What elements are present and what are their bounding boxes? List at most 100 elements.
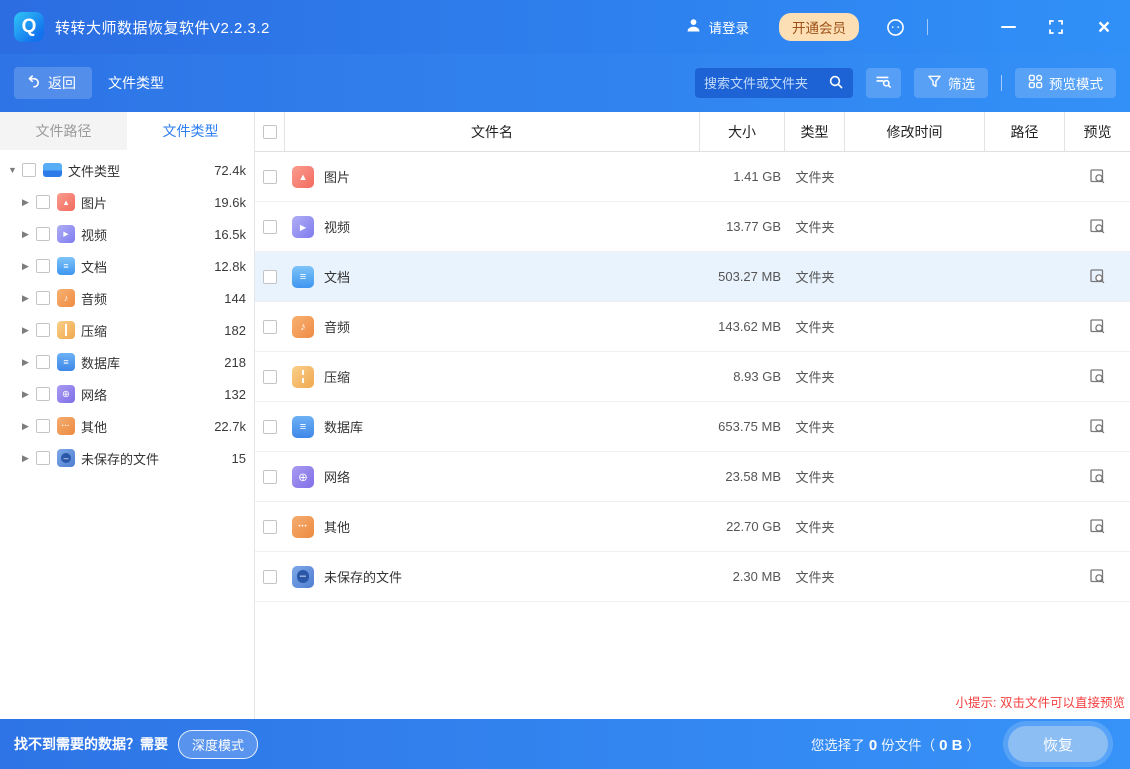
tree-item-checkbox[interactable] [36,291,50,305]
open-vip-button[interactable]: 开通会员 [779,13,859,41]
expand-arrow-icon[interactable]: ▶ [22,293,36,304]
expand-arrow-icon[interactable]: ▶ [22,453,36,464]
filter-button[interactable]: 筛选 [914,68,988,98]
tab-file-path[interactable]: 文件路径 [0,112,127,150]
file-size: 2.30 MB [700,552,785,601]
expand-arrow-icon[interactable]: ▶ [22,389,36,400]
deep-mode-button[interactable]: 深度模式 [178,730,258,759]
collapse-arrow-icon[interactable]: ▼ [8,165,22,175]
tree-item[interactable]: ▶ 音频 144 [0,282,254,314]
file-type: 文件夹 [785,452,845,501]
tree-item-checkbox[interactable] [36,419,50,433]
preview-file-button[interactable] [1089,218,1106,235]
expand-arrow-icon[interactable]: ▶ [22,229,36,240]
preview-file-button[interactable] [1089,418,1106,435]
tab-file-type[interactable]: 文件类型 [127,112,254,150]
maximize-button[interactable] [1044,15,1068,39]
tree-item[interactable]: ▶ 网络 132 [0,378,254,410]
recover-button[interactable]: 恢复 [1008,726,1108,762]
column-header-type[interactable]: 类型 [785,112,845,151]
file-name: 音频 [324,317,350,336]
table-row[interactable]: 网络 23.58 MB 文件夹 [255,452,1130,502]
file-type: 文件夹 [785,152,845,201]
preview-file-button[interactable] [1089,368,1106,385]
file-size: 22.70 GB [700,502,785,551]
tree-item-checkbox[interactable] [36,451,50,465]
file-mtime [845,352,985,401]
file-path [985,452,1065,501]
tree-item-label: 网络 [81,385,107,404]
tree-root-checkbox[interactable] [22,163,36,177]
tree-item-checkbox[interactable] [36,355,50,369]
column-header-path[interactable]: 路径 [985,112,1065,151]
preview-mode-button[interactable]: 预览模式 [1015,68,1116,98]
search-icon[interactable] [828,74,844,93]
row-checkbox[interactable] [263,320,277,334]
tree-item[interactable]: ▶ 压缩 182 [0,314,254,346]
table-row[interactable]: 其他 22.70 GB 文件夹 [255,502,1130,552]
tree-item-checkbox[interactable] [36,323,50,337]
tree-item[interactable]: ▶ 图片 19.6k [0,186,254,218]
tree-item-checkbox[interactable] [36,227,50,241]
preview-file-button[interactable] [1089,518,1106,535]
tree-item-checkbox[interactable] [36,195,50,209]
file-size: 143.62 MB [700,302,785,351]
preview-file-button[interactable] [1089,268,1106,285]
row-checkbox[interactable] [263,170,277,184]
tree-item-checkbox[interactable] [36,259,50,273]
table-row[interactable]: 图片 1.41 GB 文件夹 [255,152,1130,202]
column-header-size[interactable]: 大小 [700,112,785,151]
tree-item-count: 22.7k [214,419,246,434]
row-checkbox[interactable] [263,570,277,584]
sidebar: 文件路径 文件类型 ▼ 文件类型 72.4k ▶ 图片 19.6k ▶ 视频 1… [0,112,255,719]
expand-arrow-icon[interactable]: ▶ [22,357,36,368]
tree-root-item[interactable]: ▼ 文件类型 72.4k [0,154,254,186]
preview-file-button[interactable] [1089,468,1106,485]
preview-file-button[interactable] [1089,568,1106,585]
close-button[interactable]: × [1092,15,1116,39]
search-box [695,68,853,98]
customer-service-icon[interactable] [883,15,907,39]
doc-file-icon [57,257,75,275]
table-row[interactable]: 视频 13.77 GB 文件夹 [255,202,1130,252]
tree-item-count: 19.6k [214,195,246,210]
tree-item-count: 12.8k [214,259,246,274]
tree-item[interactable]: ▶ 其他 22.7k [0,410,254,442]
file-name: 文档 [324,267,350,286]
table-row[interactable]: 文档 503.27 MB 文件夹 [255,252,1130,302]
tree-item[interactable]: ▶ 未保存的文件 15 [0,442,254,474]
back-button[interactable]: 返回 [14,67,92,99]
table-row[interactable]: 压缩 8.93 GB 文件夹 [255,352,1130,402]
tree-item[interactable]: ▶ 数据库 218 [0,346,254,378]
row-checkbox[interactable] [263,420,277,434]
table-header: 文件名 大小 类型 修改时间 路径 预览 [255,112,1130,152]
column-header-mtime[interactable]: 修改时间 [845,112,985,151]
table-row[interactable]: 数据库 653.75 MB 文件夹 [255,402,1130,452]
column-header-name[interactable]: 文件名 [285,112,700,151]
table-row[interactable]: 未保存的文件 2.30 MB 文件夹 [255,552,1130,602]
search-in-list-button[interactable] [866,68,901,98]
login-button[interactable]: 请登录 [685,17,750,37]
expand-arrow-icon[interactable]: ▶ [22,197,36,208]
row-checkbox[interactable] [263,370,277,384]
select-all-checkbox[interactable] [263,125,277,139]
tree-item[interactable]: ▶ 文档 12.8k [0,250,254,282]
row-checkbox[interactable] [263,470,277,484]
preview-file-button[interactable] [1089,168,1106,185]
tree-item-checkbox[interactable] [36,387,50,401]
row-checkbox[interactable] [263,220,277,234]
column-header-preview[interactable]: 预览 [1065,112,1130,151]
table-row[interactable]: 音频 143.62 MB 文件夹 [255,302,1130,352]
expand-arrow-icon[interactable]: ▶ [22,261,36,272]
tree-item[interactable]: ▶ 视频 16.5k [0,218,254,250]
expand-arrow-icon[interactable]: ▶ [22,325,36,336]
minimize-button[interactable] [996,15,1020,39]
menu-icon[interactable] [952,15,972,39]
row-checkbox[interactable] [263,270,277,284]
row-checkbox[interactable] [263,520,277,534]
search-input[interactable] [704,76,828,91]
expand-arrow-icon[interactable]: ▶ [22,421,36,432]
preview-file-button[interactable] [1089,318,1106,335]
file-mtime [845,202,985,251]
tree-item-label: 图片 [81,193,107,212]
